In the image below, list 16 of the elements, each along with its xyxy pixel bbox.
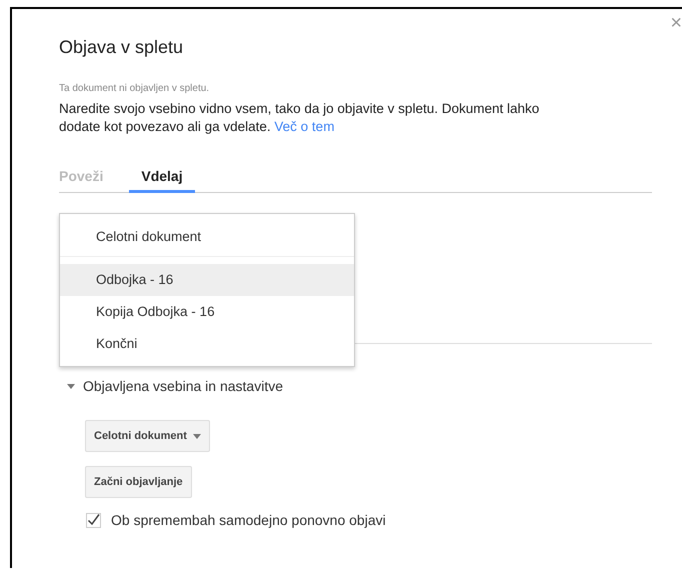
dialog-title: Objava v spletu: [59, 37, 184, 58]
expand-caret-icon[interactable]: [67, 384, 75, 388]
tab[interactable]: Vdelaj: [129, 168, 195, 193]
menu-item[interactable]: Celotni dokument: [60, 218, 354, 257]
status-text: Ta dokument ni objavljen v spletu.: [59, 83, 210, 94]
start-publishing-button[interactable]: Začni objavljanje: [85, 466, 192, 498]
menu-item[interactable]: Odbojka - 16: [60, 264, 354, 296]
section-label: Objavljena vsebina in nastavitve: [83, 378, 284, 394]
learn-more-link[interactable]: Več o tem: [274, 119, 334, 134]
checkbox-label: Ob spremembah samodejno ponovno objavi: [111, 512, 386, 528]
menu-item[interactable]: Kopija Odbojka - 16: [60, 296, 354, 328]
document-dropdown[interactable]: Celotni dokument: [85, 420, 210, 452]
description-text: Naredite svojo vsebino vidno vsem, tako da jo objavite v spletu. Dokument lahko dodate kot povezavo ali ga vdelate. Več o tem: [59, 100, 540, 136]
checkbox[interactable]: [86, 512, 101, 528]
caret-icon: [192, 434, 201, 438]
menu-item[interactable]: Končni: [60, 328, 354, 360]
